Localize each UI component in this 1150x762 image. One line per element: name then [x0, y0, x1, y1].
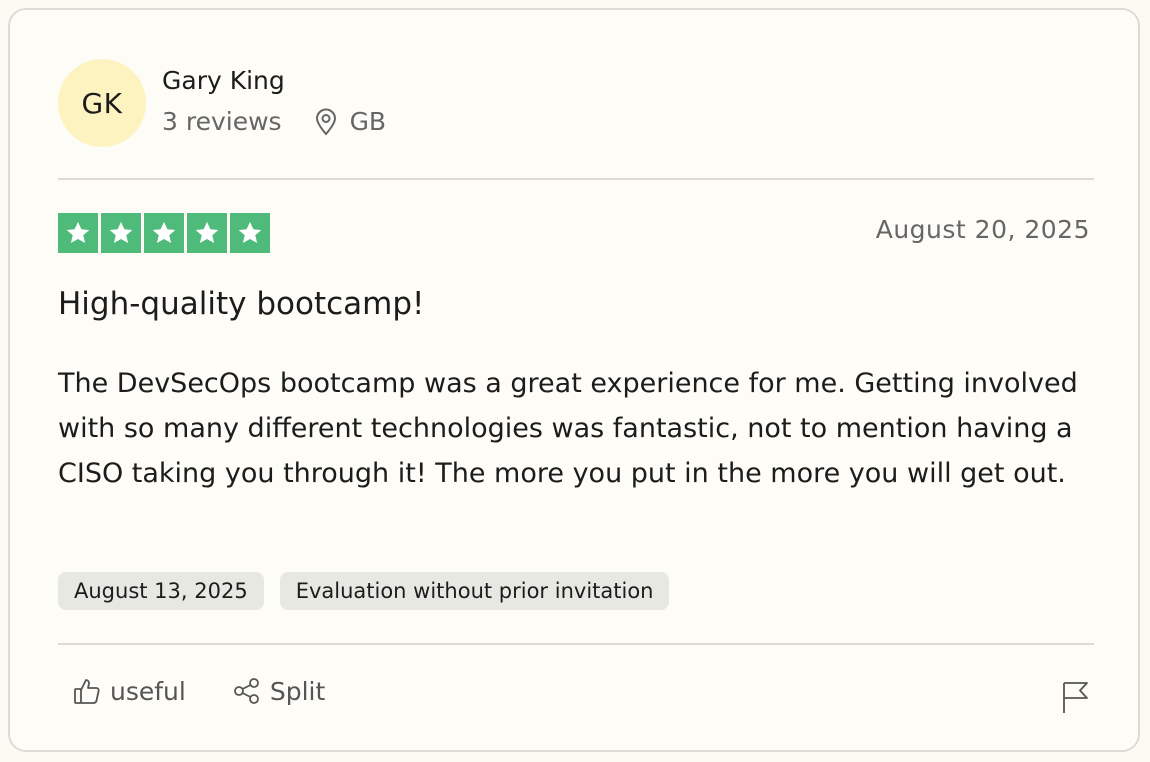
flag-icon	[1060, 680, 1090, 718]
review-actions: useful Split	[72, 676, 325, 706]
review-badges: August 13, 2025 Evaluation without prior…	[58, 572, 670, 610]
reviewer-info: Gary King 3 reviews GB	[162, 65, 386, 137]
star-icon	[101, 213, 141, 253]
divider	[58, 643, 1094, 645]
useful-button[interactable]: useful	[72, 676, 186, 706]
star-icon	[230, 213, 270, 253]
review-body: The DevSecOps bootcamp was a great exper…	[58, 368, 1078, 489]
star-icon	[187, 213, 227, 253]
reviewer-meta: 3 reviews GB	[162, 107, 386, 137]
reviewer-name[interactable]: Gary King	[162, 65, 386, 97]
review-source-badge[interactable]: Evaluation without prior invitation	[279, 572, 670, 610]
location-pin-icon	[314, 108, 338, 136]
star-icon	[58, 213, 98, 253]
useful-label: useful	[110, 676, 186, 706]
review-date: August 20, 2025	[875, 215, 1090, 244]
share-label: Split	[269, 676, 326, 706]
share-button[interactable]: Split	[232, 676, 325, 706]
star-icon	[144, 213, 184, 253]
review-card: GK Gary King 3 reviews GB August 20, 202…	[8, 8, 1140, 752]
star-rating	[58, 213, 270, 253]
reviewer-country: GB	[349, 107, 387, 136]
review-count: 3 reviews	[162, 107, 282, 136]
divider	[58, 178, 1094, 180]
share-icon	[232, 676, 262, 706]
avatar[interactable]: GK	[58, 59, 146, 147]
reviewer-header: GK Gary King 3 reviews GB	[58, 58, 386, 148]
thumbs-up-icon	[72, 676, 102, 706]
report-flag-button[interactable]	[1060, 680, 1090, 718]
experience-date-badge: August 13, 2025	[58, 572, 264, 610]
review-title: High-quality bootcamp!	[58, 286, 425, 322]
